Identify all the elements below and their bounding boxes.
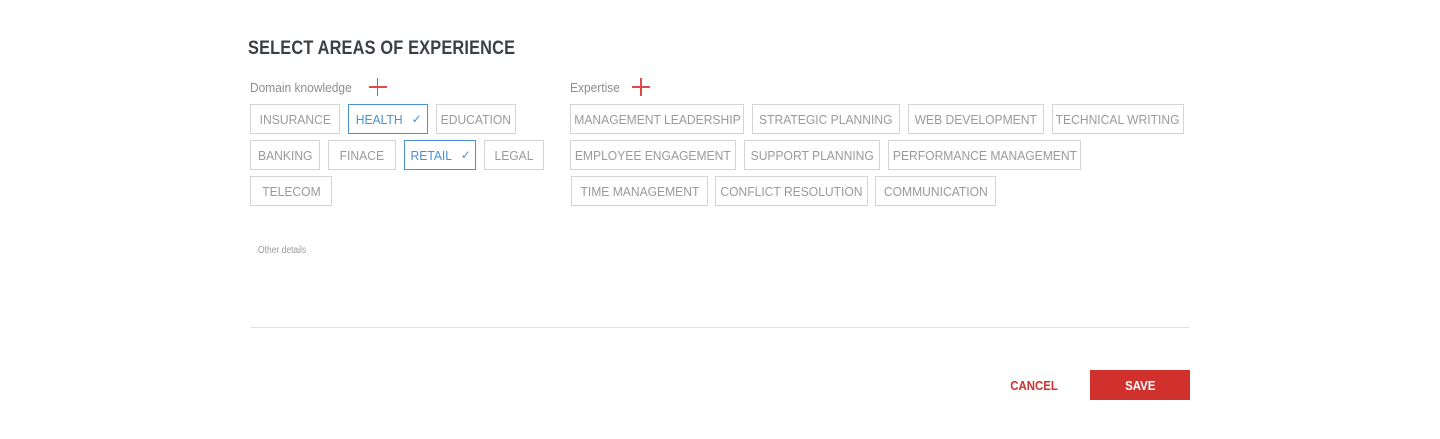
domain-chip-retail[interactable]: RETAIL ✓ <box>404 140 476 170</box>
domain-knowledge-label: Domain knowledge <box>250 79 352 95</box>
expertise-chip-performance-management[interactable]: PERFORMANCE MANAGEMENT <box>888 140 1081 170</box>
add-domain-plus-icon[interactable] <box>368 78 387 96</box>
other-details-label: Other details <box>258 245 307 256</box>
domain-chip-health[interactable]: HEALTH ✓ <box>348 104 428 134</box>
expertise-chip-employee-engagement[interactable]: EMPLOYEE ENGAGEMENT <box>570 140 736 170</box>
add-expertise-plus-icon[interactable] <box>632 78 651 96</box>
expertise-chip-management-leadership[interactable]: MANAGEMENT LEADERSHIP <box>570 104 744 134</box>
domain-chip-education[interactable]: EDUCATION <box>436 104 516 134</box>
expertise-header: Expertise <box>570 78 651 96</box>
check-icon: ✓ <box>460 148 471 162</box>
domain-chip-finace[interactable]: FINACE <box>328 140 396 170</box>
expertise-label: Expertise <box>570 79 620 95</box>
save-button[interactable]: SAVE <box>1090 370 1190 400</box>
page-title: SELECT AREAS OF EXPERIENCE <box>248 38 516 59</box>
domain-chip-legal[interactable]: LEGAL <box>484 140 544 170</box>
domain-chip-insurance[interactable]: INSURANCE <box>250 104 340 134</box>
expertise-chip-technical-writing[interactable]: TECHNICAL WRITING <box>1052 104 1184 134</box>
expertise-chip-support-planning[interactable]: SUPPORT PLANNING <box>744 140 880 170</box>
expertise-chip-communication[interactable]: COMMUNICATION <box>875 176 996 206</box>
expertise-chip-conflict-resolution[interactable]: CONFLICT RESOLUTION <box>715 176 868 206</box>
domain-chip-banking[interactable]: BANKING <box>250 140 320 170</box>
domain-knowledge-header: Domain knowledge <box>250 78 387 96</box>
other-details-input[interactable] <box>250 262 1190 328</box>
expertise-chip-time-management[interactable]: TIME MANAGEMENT <box>571 176 708 206</box>
domain-chip-telecom[interactable]: TELECOM <box>250 176 332 206</box>
check-icon: ✓ <box>411 112 422 126</box>
cancel-button[interactable]: CANCEL <box>1004 370 1064 400</box>
expertise-chip-web-development[interactable]: WEB DEVELOPMENT <box>908 104 1044 134</box>
expertise-chip-strategic-planning[interactable]: STRATEGIC PLANNING <box>752 104 900 134</box>
